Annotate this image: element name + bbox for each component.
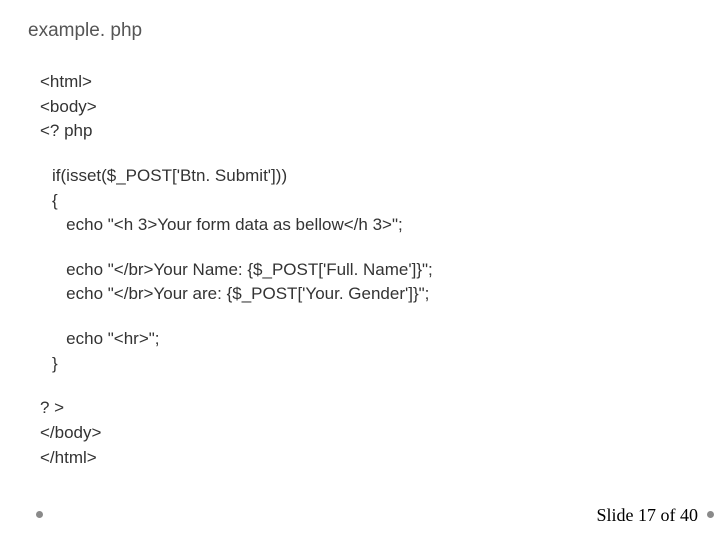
code-block-open: <html> <body> <? php xyxy=(40,70,692,144)
code-block-close: ? > </body> </html> xyxy=(40,396,692,470)
slide-number: Slide 17 of 40 xyxy=(597,505,699,526)
spacer xyxy=(52,238,692,258)
code-line: echo "<h 3>Your form data as bellow</h 3… xyxy=(52,213,692,238)
code-line: ? > xyxy=(40,396,692,421)
code-line: echo "<hr>"; xyxy=(52,327,692,352)
code-line: <body> xyxy=(40,95,692,120)
decorative-dot-icon xyxy=(707,511,714,518)
code-line: <? php xyxy=(40,119,692,144)
slide-container: example. php <html> <body> <? php if(iss… xyxy=(0,0,720,540)
code-line: { xyxy=(52,189,692,214)
decorative-dot-icon xyxy=(36,511,43,518)
slide-title: example. php xyxy=(28,20,692,42)
code-line: if(isset($_POST['Btn. Submit'])) xyxy=(52,164,692,189)
code-line: echo "</br>Your are: {$_POST['Your. Gend… xyxy=(52,282,692,307)
code-line: </body> xyxy=(40,421,692,446)
spacer xyxy=(52,307,692,327)
code-line: <html> xyxy=(40,70,692,95)
spacer xyxy=(28,144,692,164)
code-line: echo "</br>Your Name: {$_POST['Full. Nam… xyxy=(52,258,692,283)
code-block-body: if(isset($_POST['Btn. Submit'])) { echo … xyxy=(52,164,692,376)
code-line: </html> xyxy=(40,446,692,471)
code-line: } xyxy=(52,352,692,377)
spacer xyxy=(28,376,692,396)
